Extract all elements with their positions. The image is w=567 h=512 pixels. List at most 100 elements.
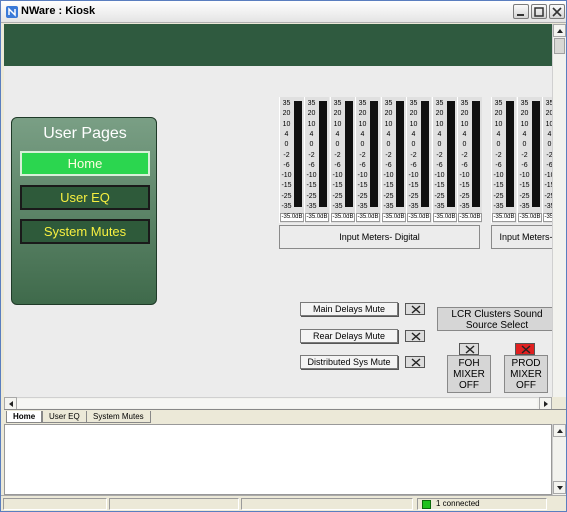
meter-scale-label: 35 — [520, 100, 529, 107]
rear-delays-mute-button[interactable]: Rear Delays Mute — [300, 329, 398, 343]
meter-scale-label: 4 — [522, 130, 527, 138]
main-delays-mute-button[interactable]: Main Delays Mute — [300, 302, 398, 316]
connection-text: 1 connected — [436, 499, 480, 508]
meter-scale-label: -2 — [410, 151, 417, 159]
meter-scale-label: 0 — [496, 141, 501, 149]
meter-scale: 35 20 10 4 0 -2 -6 -10 -15 -25 -35 — [458, 100, 471, 212]
arrow-up-icon — [557, 29, 563, 33]
arrow-up-icon — [557, 429, 563, 433]
meter-scale-label: -35 — [544, 203, 552, 210]
tab-user-eq[interactable]: User EQ — [42, 411, 87, 423]
status-cell — [241, 498, 413, 510]
meter-scale-label: 0 — [522, 141, 527, 149]
message-pane-scrollbar[interactable] — [552, 424, 566, 495]
meter-scale-label: -6 — [546, 161, 552, 169]
meter-scale-label: -35 — [281, 203, 292, 210]
input-meters-digital-button[interactable]: Input Meters- Digital — [279, 225, 480, 249]
meter-bar — [447, 101, 455, 207]
meter-scale-label: 20 — [545, 110, 552, 118]
meter-scale-label: -10 — [383, 172, 394, 180]
meter-scale-label: 4 — [411, 130, 416, 138]
home-page-button[interactable]: Home — [20, 151, 150, 176]
maximize-button[interactable] — [531, 4, 547, 19]
meter-scale-label: 10 — [494, 120, 503, 128]
meter-scale-label: 0 — [462, 141, 467, 149]
meter-scale-label: 4 — [386, 130, 391, 138]
app-window: NWare : Kiosk User Pages Home User EQ Sy… — [0, 0, 567, 512]
meter-scale-label: -2 — [359, 151, 366, 159]
tab-home[interactable]: Home — [6, 411, 43, 423]
vertical-scrollbar[interactable] — [552, 24, 566, 397]
close-button[interactable] — [549, 4, 565, 19]
level-meter: 35 20 10 4 0 -2 -6 -10 -15 -25 -35 -35.0dB — [542, 97, 552, 223]
connection-led-icon — [422, 500, 431, 509]
meter-scale-label: -25 — [357, 192, 368, 200]
meter-scale-label: -10 — [281, 172, 292, 180]
horizontal-scrollbar[interactable] — [4, 397, 552, 410]
horizontal-scroll-thumb[interactable] — [17, 399, 537, 408]
meter-readout: -35.0dB — [543, 213, 552, 222]
meter-scale-label: 20 — [435, 110, 444, 118]
meter-scale-label: -35 — [459, 203, 470, 210]
system-mutes-page-button[interactable]: System Mutes — [20, 219, 150, 244]
main-delays-mute-toggle[interactable] — [405, 303, 425, 315]
meter-bar — [345, 101, 353, 207]
meter-scale-label: -15 — [281, 182, 292, 190]
meter-scale-label: 0 — [284, 141, 289, 149]
distributed-sys-mute-toggle[interactable] — [405, 356, 425, 368]
meter-scale-label: -2 — [308, 151, 315, 159]
minimize-icon — [517, 14, 524, 16]
meter-scale-label: -10 — [459, 172, 470, 180]
level-meter: 35 20 10 4 0 -2 -6 -10 -15 -25 -35 -35.0dB — [304, 97, 329, 223]
meter-scale-label: -15 — [434, 182, 445, 190]
meter-scale-label: 10 — [435, 120, 444, 128]
level-meter: 35 20 10 4 0 -2 -6 -10 -15 -25 -35 -35.0dB — [517, 97, 542, 223]
pane-scroll-up-button[interactable] — [553, 424, 566, 437]
meter-scale: 35 20 10 4 0 -2 -6 -10 -15 -25 -35 — [305, 100, 318, 212]
meter-scale-label: 10 — [358, 120, 367, 128]
user-eq-page-button[interactable]: User EQ — [20, 185, 150, 210]
tab-system-mutes[interactable]: System Mutes — [86, 411, 151, 423]
rear-delays-mute-toggle[interactable] — [405, 330, 425, 342]
scroll-up-button[interactable] — [553, 24, 566, 37]
meter-scale-label: 10 — [384, 120, 393, 128]
vertical-scroll-thumb[interactable] — [554, 38, 565, 54]
prod-mixer-off-button[interactable]: PROD MIXER OFF — [504, 355, 548, 393]
meter-scale-label: -25 — [281, 192, 292, 200]
meter-bar — [532, 101, 540, 207]
meter-scale-label: 4 — [496, 130, 501, 138]
meter-scale-label: 20 — [384, 110, 393, 118]
foh-mixer-off-button[interactable]: FOH MIXER OFF — [447, 355, 491, 393]
meter-scale-label: -15 — [519, 182, 530, 190]
meter-scale-label: -25 — [306, 192, 317, 200]
lcr-clusters-source-select-button[interactable]: LCR Clusters Sound Source Select — [437, 307, 552, 331]
meter-scale-label: -6 — [334, 161, 341, 169]
meter-scale-label: -6 — [521, 161, 528, 169]
meter-scale-label: 20 — [409, 110, 418, 118]
meter-scale-label: -10 — [332, 172, 343, 180]
meter-scale-label: 20 — [460, 110, 469, 118]
meter-scale-label: 4 — [360, 130, 365, 138]
meter-scale-label: 10 — [333, 120, 342, 128]
page-tabs: Home User EQ System Mutes — [4, 409, 566, 423]
status-cell — [109, 498, 239, 510]
distributed-sys-mute-button[interactable]: Distributed Sys Mute — [300, 355, 398, 369]
meter-scale-label: 0 — [547, 141, 552, 149]
meter-readout: -35.0dB — [492, 213, 516, 222]
meter-scale-label: -2 — [436, 151, 443, 159]
meter-scale-label: -15 — [408, 182, 419, 190]
meter-readout: -35.0dB — [305, 213, 329, 222]
meter-scale-label: -35 — [493, 203, 504, 210]
title-bar[interactable]: NWare : Kiosk — [1, 1, 566, 23]
meter-scale-label: 20 — [520, 110, 529, 118]
input-meters-button[interactable]: Input Meters- — [491, 225, 552, 249]
minimize-button[interactable] — [513, 4, 529, 19]
meter-bar — [370, 101, 378, 207]
level-meter: 35 20 10 4 0 -2 -6 -10 -15 -25 -35 -35.0dB — [406, 97, 431, 223]
meter-scale-label: -25 — [493, 192, 504, 200]
meter-scale-label: -25 — [459, 192, 470, 200]
meter-scale-label: 4 — [335, 130, 340, 138]
user-pages-title: User Pages — [43, 125, 127, 142]
meter-scale-label: 0 — [335, 141, 340, 149]
pane-scroll-down-button[interactable] — [553, 481, 566, 494]
